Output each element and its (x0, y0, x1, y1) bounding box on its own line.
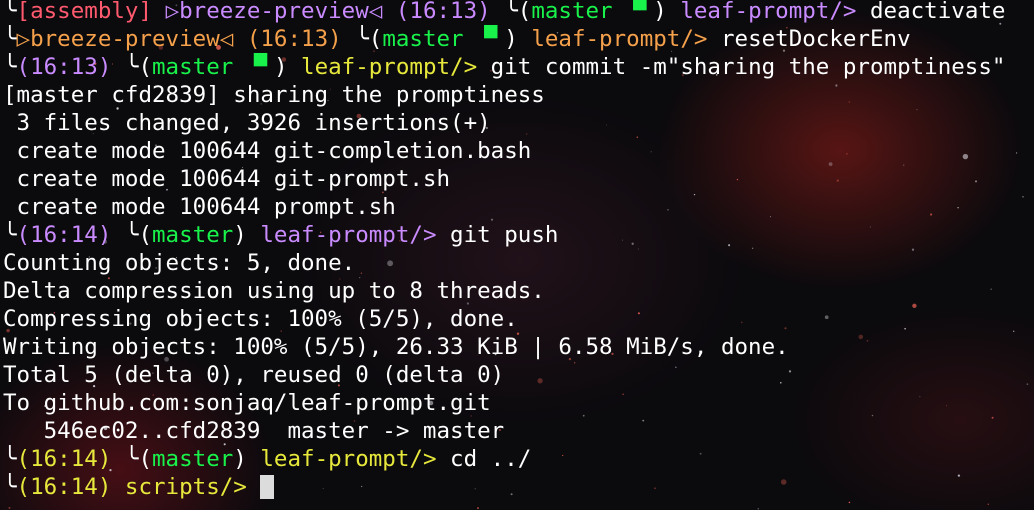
terminal-text-segment: (16:13) (16, 54, 125, 80)
terminal-text-segment: (16:14) (16, 222, 125, 248)
terminal-text-segment: ╰ (3, 474, 17, 500)
terminal-text-segment: create mode 100644 git-completion.bash (3, 138, 532, 164)
terminal-text-segment: ) (273, 54, 302, 80)
terminal-text-segment: ╰( (504, 0, 532, 24)
terminal-text-segment: [assembly] (16, 0, 166, 24)
star (1013, 330, 1015, 332)
terminal-text-segment: leaf-prompt/> (531, 26, 708, 52)
terminal-text-segment: leaf-prompt/> (260, 222, 437, 248)
terminal-text-segment: ╰( (124, 446, 153, 472)
terminal-text-segment: Delta compression using up to 8 threads. (3, 278, 545, 304)
terminal-line: ╰(16:13) ╰(master ▝▘) leaf-prompt/> git … (3, 53, 1005, 81)
terminal-text-segment: leaf-prompt/> (260, 446, 437, 472)
terminal-line: Writing objects: 100% (5/5), 26.33 KiB |… (3, 333, 1005, 361)
star (1026, 383, 1029, 386)
terminal-text-segment: [master cfd2839] sharing the promptiness (3, 82, 545, 108)
terminal-line: Delta compression using up to 8 threads. (3, 277, 1005, 305)
terminal-text-segment: cd ../ (436, 446, 532, 472)
star (1022, 195, 1024, 198)
terminal-text-segment: ╰( (124, 222, 153, 248)
terminal-text-segment: ) (233, 222, 261, 248)
terminal-text-segment: git push (436, 222, 559, 248)
terminal-text-segment: ▷breeze-preview◁ (165, 0, 396, 24)
text-cursor (260, 475, 275, 499)
terminal-line: create mode 100644 prompt.sh (3, 193, 1005, 221)
terminal-text-segment: Compressing objects: 100% (5/5), done. (3, 306, 518, 332)
terminal-text-segment: resetDockerEnv (707, 26, 911, 52)
terminal-line: ╰(16:14) scripts/> (3, 473, 1005, 501)
terminal-line: ╰(16:14) ╰(master) leaf-prompt/> cd ../ (3, 445, 1005, 473)
terminal-text-segment: Counting objects: 5, done. (3, 250, 356, 276)
terminal-text-segment: create mode 100644 prompt.sh (3, 194, 396, 220)
terminal-line: Total 5 (delta 0), reused 0 (delta 0) (3, 361, 1005, 389)
terminal-text-segment: master ▝▘ (382, 26, 505, 52)
terminal-text-segment: (16:14) (16, 474, 125, 500)
terminal-text-segment: ╰ (3, 0, 17, 24)
terminal-text-segment: leaf-prompt/> (301, 54, 478, 80)
terminal-text-segment: master ▝▘ (152, 54, 274, 80)
terminal-line: To github.com:sonjaq/leaf-prompt.git (3, 389, 1005, 417)
terminal-line: ╰(16:14) ╰(master) leaf-prompt/> git pus… (3, 221, 1005, 249)
star (987, 503, 990, 506)
terminal-text-segment: ╰ (3, 26, 17, 52)
terminal-text-segment: leaf-prompt/> (680, 0, 857, 24)
terminal-line: 546ec02..cfd2839 master -> master (3, 417, 1005, 445)
terminal-text-segment: ╰ (3, 222, 17, 248)
terminal-line: create mode 100644 git-prompt.sh (3, 165, 1005, 193)
terminal-text-segment: 3 files changed, 3926 insertions(+) (3, 110, 491, 136)
terminal-text-segment: ▷breeze-preview◁ (16, 26, 247, 52)
terminal-text-segment: ) (653, 0, 681, 24)
terminal-text-segment: master (152, 222, 234, 248)
terminal-text-segment: ) (504, 26, 532, 52)
star (757, 507, 760, 510)
star (8, 506, 11, 509)
terminal-text-segment: Total 5 (delta 0), reused 0 (delta 0) (3, 362, 505, 388)
terminal-text-segment: git commit -m"sharing the promptiness" (477, 54, 1006, 80)
terminal-window[interactable]: ╰[assembly] ▷breeze-preview◁ (16:13) ╰(m… (0, 0, 1034, 510)
terminal-text-segment: (16:13) (246, 26, 356, 52)
star (848, 501, 851, 504)
terminal-output: ╰[assembly] ▷breeze-preview◁ (16:13) ╰(m… (3, 0, 1005, 501)
terminal-text-segment: Writing objects: 100% (5/5), 26.33 KiB |… (3, 334, 789, 360)
star (1016, 152, 1018, 154)
terminal-line: 3 files changed, 3926 insertions(+) (3, 109, 1005, 137)
terminal-text-segment: master ▝▘ (531, 0, 654, 24)
terminal-text-segment: scripts/> (124, 474, 247, 500)
star (477, 507, 479, 510)
terminal-line: Counting objects: 5, done. (3, 249, 1005, 277)
terminal-text-segment: ╰( (355, 26, 383, 52)
terminal-text-segment: (16:14) (16, 446, 125, 472)
terminal-text-segment: ╰( (124, 54, 153, 80)
terminal-text-segment: To github.com:sonjaq/leaf-prompt.git (3, 390, 491, 416)
terminal-line: ╰▷breeze-preview◁ (16:13) ╰(master ▝▘) l… (3, 25, 1005, 53)
terminal-text-segment: ╰ (3, 54, 17, 80)
terminal-line: Compressing objects: 100% (5/5), done. (3, 305, 1005, 333)
terminal-text-segment: 546ec02..cfd2839 master -> master (3, 418, 505, 444)
terminal-text-segment: deactivate (856, 0, 1006, 24)
terminal-line: create mode 100644 git-completion.bash (3, 137, 1005, 165)
terminal-text-segment: ╰ (3, 446, 17, 472)
terminal-line: ╰[assembly] ▷breeze-preview◁ (16:13) ╰(m… (3, 0, 1005, 25)
terminal-text-segment: (16:13) (395, 0, 505, 24)
terminal-text-segment: create mode 100644 git-prompt.sh (3, 166, 451, 192)
terminal-line: [master cfd2839] sharing the promptiness (3, 81, 1005, 109)
terminal-text-segment: master (152, 446, 234, 472)
terminal-text-segment: ) (233, 446, 261, 472)
